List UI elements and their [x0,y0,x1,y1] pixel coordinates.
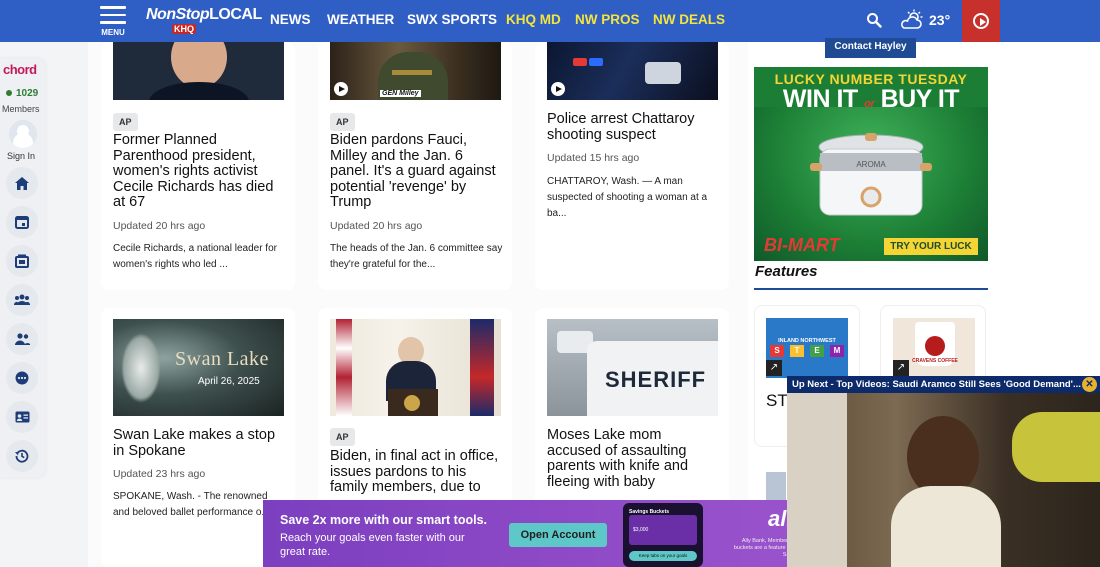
members-label: Members [2,104,40,114]
up-next-bar: Up Next - Top Videos: Saudi Aramco Still… [787,376,1100,393]
article-thumbnail[interactable]: SHERIFF [547,319,718,416]
contact-button[interactable]: Contact Hayley [825,38,916,58]
feature-title[interactable]: ST [766,391,788,411]
rail-chat-button[interactable] [6,362,38,394]
avatar[interactable] [9,120,37,148]
source-badge: AP [330,113,355,131]
article-title[interactable]: Swan Lake makes a stop in Spokane [113,427,285,459]
temperature-readout[interactable]: 23° [929,12,950,28]
online-dot-icon [6,90,12,96]
chord-logo[interactable]: chord [3,62,37,77]
article-title[interactable]: Moses Lake mom accused of assaulting par… [547,427,719,490]
article-thumbnail[interactable]: Swan Lake April 26, 2025 [113,319,284,416]
bimart-ad[interactable]: LUCKY NUMBER TUESDAY WIN IT or BUY IT AR… [754,67,988,261]
rail-groups-button[interactable] [6,284,38,316]
people-icon [14,333,30,345]
stem-feature-thumbnail[interactable]: INLAND NORTHWEST S T E M ↗ [766,318,848,378]
features-divider [754,288,988,290]
article-title[interactable]: Biden pardons Fauci, Milley and the Jan.… [330,132,502,211]
search-icon[interactable] [866,12,882,28]
history-icon [15,449,29,463]
rail-people-button[interactable] [6,323,38,355]
nav-news[interactable]: NEWS [270,12,311,27]
article-summary: SPOKANE, Wash. - The renowned and belove… [113,491,270,518]
close-video-button[interactable]: ✕ [1082,377,1097,392]
members-count: 1029 [6,88,38,99]
article-updated: Updated 20 hrs ago [330,220,423,232]
floating-video-player[interactable]: Up Next - Top Videos: Saudi Aramco Still… [787,376,1100,567]
cravens-feature-thumbnail[interactable]: CRAVENS COFFEE ↗ [893,318,975,378]
nav-swx-sports[interactable]: SWX SPORTS [407,12,497,27]
nav-nw-pros[interactable]: NW PROS [575,12,640,27]
feature-thumbnail[interactable] [766,472,786,502]
calendar-icon [15,216,29,229]
article-summary: The heads of the Jan. 6 committee say th… [330,243,503,270]
thumbnail-text: SHERIFF [605,367,707,392]
article-thumbnail[interactable]: GEN Milley [330,42,501,100]
article-title[interactable]: Former Planned Parenthood president, wom… [113,132,285,211]
phone-image: Savings Buckets $3,000 Keep tabs on your… [623,503,703,567]
rail-contacts-button[interactable] [6,401,38,433]
external-link-icon: ↗ [766,360,782,376]
hot-pot-image: AROMA [810,133,932,216]
hamburger-icon [100,6,126,9]
thumbnail-date: April 26, 2025 [198,376,260,387]
ad-body: Reach your goals even faster with our gr… [280,532,465,558]
article-updated: Updated 23 hrs ago [113,468,206,480]
nav-khq-md[interactable]: KHQ MD [506,12,561,27]
thumbnail-title: Swan Lake [175,348,269,370]
news-icon [15,254,29,268]
bimart-logo: BI-MART [764,235,840,255]
rail-news-button[interactable] [6,245,38,277]
video-play-icon [334,82,348,96]
partly-cloudy-icon[interactable] [899,9,925,31]
article-title[interactable]: Biden, in final act in office, issues pa… [330,449,502,499]
live-video-button[interactable] [962,0,1000,42]
home-icon [15,176,29,190]
open-account-button[interactable]: Open Account [509,523,607,547]
ad-headline: Save 2x more with our smart tools. [280,513,488,527]
ally-bottom-ad[interactable]: Save 2x more with our smart tools. Reach… [263,500,828,567]
external-link-icon: ↗ [893,360,909,376]
features-heading: Features [755,263,818,280]
ad-cta-button[interactable]: TRY YOUR LUCK [884,238,978,255]
article-summary: CHATTAROY, Wash. — A man suspected of sh… [547,176,708,219]
article-title[interactable]: Police arrest Chattaroy shooting suspect [547,111,719,143]
group-icon [14,294,30,305]
svg-text:AROMA: AROMA [856,160,886,169]
article-thumbnail[interactable] [113,42,284,100]
site-logo[interactable]: NonStopLOCAL KHQ [146,6,262,34]
menu-label: MENU [101,27,125,37]
chat-icon [15,371,29,385]
sign-in-link[interactable]: Sign In [7,151,35,161]
nav-nw-deals[interactable]: NW DEALS [653,12,725,27]
khq-logo: KHQ [172,24,196,34]
thumbnail-caption: GEN Milley [380,90,421,97]
source-badge: AP [330,428,355,446]
article-thumbnail[interactable] [547,42,718,100]
contact-card-icon [15,411,29,423]
video-play-icon [551,82,565,96]
source-badge: AP [113,113,138,131]
article-updated: Updated 15 hrs ago [547,152,640,164]
site-header: MENU NonStopLOCAL KHQ NEWS WEATHER SWX S… [0,0,1100,42]
article-updated: Updated 20 hrs ago [113,220,206,232]
rail-history-button[interactable] [6,440,38,472]
menu-button[interactable]: MENU [100,6,126,37]
play-circle-icon [973,13,989,29]
rail-calendar-button[interactable] [6,206,38,238]
nav-weather[interactable]: WEATHER [327,12,394,27]
article-thumbnail[interactable] [330,319,501,416]
ad-subheadline: WIN IT or BUY IT [782,85,960,113]
article-summary: Cecile Richards, a national leader for w… [113,243,277,270]
rail-home-button[interactable] [6,167,38,199]
